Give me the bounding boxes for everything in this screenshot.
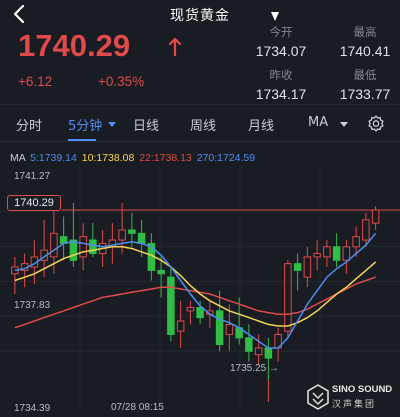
tab-intraday[interactable]: 分时	[16, 115, 42, 134]
candle-up	[323, 246, 331, 258]
candle-down	[89, 239, 97, 255]
candle-down	[293, 263, 302, 271]
sino-sound-logo-icon	[307, 384, 329, 410]
ma10-line	[14, 246, 377, 327]
watermark-subtitle: 汉声集团	[332, 400, 377, 410]
candle-up	[225, 323, 234, 335]
candle-down	[167, 276, 175, 335]
current-price-tag: 1740.29	[7, 195, 61, 211]
tab-weekly[interactable]: 周线	[190, 115, 216, 134]
ma-legend-prefix: MA	[10, 152, 29, 164]
y-axis-bottom-label: 1734.39	[14, 403, 51, 414]
tab-5min-caret-icon[interactable]	[108, 122, 116, 127]
ma5-legend: 5:1739.14	[30, 152, 77, 164]
stat-low: 最低 1733.77	[334, 67, 396, 102]
candle-up	[50, 232, 58, 258]
candle-up	[186, 307, 195, 312]
candle-down	[69, 239, 78, 261]
stat-low-label: 最低	[353, 70, 377, 82]
tab-ma[interactable]: MA	[308, 115, 328, 130]
candle-down	[264, 347, 273, 359]
stat-prev-close-label: 昨收	[269, 70, 293, 82]
candle-up	[284, 263, 292, 332]
y-axis-mid-label: 1737.83	[14, 300, 51, 311]
candle-up	[118, 229, 126, 241]
candle-up	[79, 236, 87, 258]
candle-down	[332, 246, 341, 261]
candle-up	[352, 236, 360, 248]
price-change: +6.12	[18, 74, 53, 89]
candle-down	[245, 337, 253, 352]
stat-low-value: 1733.77	[339, 86, 391, 102]
y-axis-top-label: 1741.27	[14, 171, 51, 182]
stat-high: 最高 1740.41	[334, 24, 396, 59]
ma270-legend: 270:1724.59	[196, 152, 256, 164]
candle-up	[342, 246, 351, 261]
period-tab-bar: 分时 5分钟 日线 周线 月线 MA	[0, 104, 400, 142]
candle-down	[128, 229, 136, 234]
cursor-marker-icon	[271, 12, 279, 21]
tab-monthly[interactable]: 月线	[248, 115, 274, 134]
candle-down	[215, 310, 224, 346]
x-axis-time-label: 07/28 08:15	[111, 402, 164, 413]
stat-high-label: 最高	[353, 27, 377, 39]
current-price: 1740.29	[18, 28, 131, 63]
candle-down	[196, 307, 204, 319]
low-price-marker: 1735.25 →	[230, 363, 279, 374]
active-tab-indicator	[68, 139, 96, 141]
low-price-marker-value: 1735.25	[230, 363, 267, 374]
tab-ma-caret-icon[interactable]	[340, 122, 348, 127]
candle-down	[157, 269, 165, 275]
candle-up	[371, 209, 380, 224]
candle-up	[176, 320, 185, 332]
stat-high-value: 1740.41	[339, 43, 391, 59]
tab-daily[interactable]: 日线	[133, 115, 159, 134]
stat-open-label: 今开	[269, 27, 293, 39]
stat-prev-close-value: 1734.17	[255, 86, 307, 102]
gear-icon[interactable]	[366, 114, 386, 134]
stat-open: 今开 1734.07	[250, 24, 312, 59]
watermark-logo: SINO SOUND 汉声集团	[306, 384, 398, 414]
candle-up	[362, 219, 370, 241]
watermark-brand: SINO SOUND	[332, 384, 393, 395]
ma-legend: MA 5:1739.14 10:1738.08 22:1738.13 270:1…	[10, 152, 257, 164]
candle-up	[254, 347, 263, 356]
candle-down	[137, 232, 146, 244]
page-title: 现货黄金	[170, 8, 230, 24]
tab-5min[interactable]: 5分钟	[68, 115, 102, 134]
stat-open-value: 1734.07	[255, 43, 307, 59]
candle-up	[303, 256, 312, 278]
ma22-legend: 22:1738.13	[139, 152, 192, 164]
up-arrow-icon	[169, 38, 181, 56]
candle-up	[313, 253, 321, 258]
stat-prev-close: 昨收 1734.17	[250, 67, 312, 102]
price-change-percent: +0.35%	[98, 74, 145, 89]
ma10-legend: 10:1738.08	[81, 152, 135, 164]
